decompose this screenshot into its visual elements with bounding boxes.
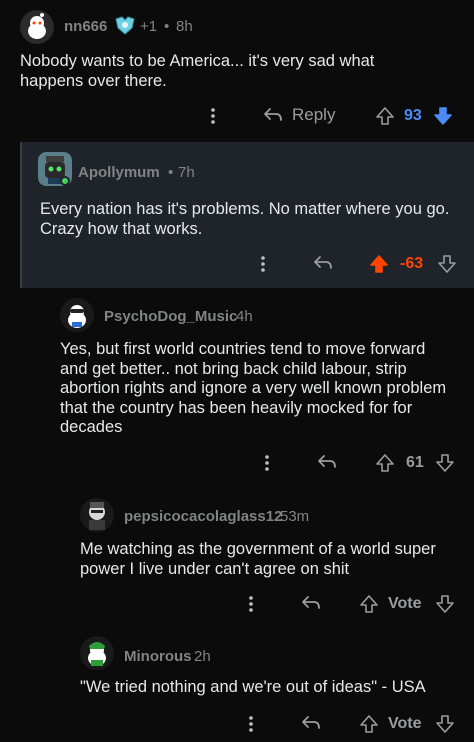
upvote-arrow-icon (376, 107, 394, 125)
reply-arrow-icon (264, 108, 282, 121)
username[interactable]: PsychoDog_Music (104, 308, 237, 325)
timestamp: 8h (176, 18, 193, 35)
more-options-button[interactable] (262, 453, 272, 473)
downvote-arrow-icon (434, 107, 452, 125)
username[interactable]: nn666 (64, 18, 107, 35)
downvote-arrow-icon (436, 595, 454, 613)
online-status-icon (60, 176, 70, 186)
reply-button[interactable]: Reply (262, 105, 335, 125)
upvote-arrow-icon (360, 715, 378, 733)
more-options-icon (261, 256, 265, 272)
comment-nn666: nn666 +1 • 8h Nobody wants to be America… (0, 0, 474, 142)
comment-body: Every nation has it's problems. No matte… (40, 200, 450, 238)
username[interactable]: pepsicocacolaglass12 (124, 508, 282, 525)
upvote-arrow-icon (360, 595, 378, 613)
timestamp: 7h (178, 164, 195, 181)
more-options-icon (211, 108, 215, 124)
more-options-button[interactable] (258, 254, 268, 274)
comment-pepsicocacolaglass12: pepsicocacolaglass12 53m Me watching as … (0, 488, 474, 626)
more-options-button[interactable] (246, 714, 256, 734)
award-icon[interactable] (114, 16, 136, 41)
score: 61 (406, 454, 424, 471)
upvote-button[interactable] (358, 713, 380, 735)
username[interactable]: Minorous (124, 648, 192, 665)
award-count: +1 (140, 18, 158, 35)
downvote-arrow-icon (436, 454, 454, 472)
upvote-button[interactable] (358, 593, 380, 615)
comment-psychodog: PsychoDog_Music 4h Yes, but first world … (0, 288, 474, 488)
avatar[interactable] (20, 10, 54, 44)
timestamp: 53m (280, 508, 310, 525)
downvote-button[interactable] (434, 452, 456, 474)
comment-body: Yes, but first world countries tend to m… (60, 340, 447, 436)
reply-arrow-icon (314, 256, 332, 269)
upvote-arrow-icon (370, 255, 388, 273)
downvote-button[interactable] (432, 105, 454, 127)
reply-arrow-icon (302, 716, 320, 729)
reply-label: Reply (292, 105, 336, 124)
more-options-button[interactable] (208, 106, 218, 126)
comment-body: "We tried nothing and we're out of ideas… (80, 678, 426, 696)
more-options-icon (249, 596, 253, 612)
vote-label: Vote (388, 595, 422, 612)
score: -63 (400, 255, 424, 272)
reply-arrow-icon (318, 455, 336, 468)
comment-apollymum: Apollymum • 7h Every nation has it's pro… (20, 142, 474, 288)
upvote-button[interactable] (374, 105, 396, 127)
vote-label: Vote (388, 715, 422, 732)
separator-dot: • (164, 18, 170, 35)
timestamp: 4h (236, 308, 253, 325)
reply-button[interactable] (300, 713, 322, 733)
reply-button[interactable] (300, 593, 322, 613)
more-options-icon (265, 455, 269, 471)
more-options-button[interactable] (246, 594, 256, 614)
downvote-button[interactable] (434, 713, 456, 735)
username[interactable]: Apollymum (78, 164, 160, 181)
upvote-button[interactable] (374, 452, 396, 474)
separator-dot: • (168, 164, 174, 181)
downvote-button[interactable] (436, 253, 458, 275)
downvote-arrow-icon (438, 255, 456, 273)
reply-button[interactable] (316, 452, 338, 472)
comment-minorous: Minorous 2h "We tried nothing and we're … (0, 626, 474, 742)
upvote-button[interactable] (368, 253, 390, 275)
more-options-icon (249, 716, 253, 732)
comment-body: Nobody wants to be America... it's very … (20, 52, 375, 90)
avatar[interactable] (60, 298, 94, 332)
upvote-arrow-icon (376, 454, 394, 472)
avatar[interactable] (80, 636, 114, 670)
comment-body: Me watching as the government of a world… (80, 540, 436, 578)
timestamp: 2h (194, 648, 211, 665)
reply-arrow-icon (302, 596, 320, 609)
downvote-arrow-icon (436, 715, 454, 733)
score: 93 (404, 107, 422, 124)
reply-button[interactable] (312, 253, 334, 273)
avatar[interactable] (80, 498, 114, 532)
downvote-button[interactable] (434, 593, 456, 615)
